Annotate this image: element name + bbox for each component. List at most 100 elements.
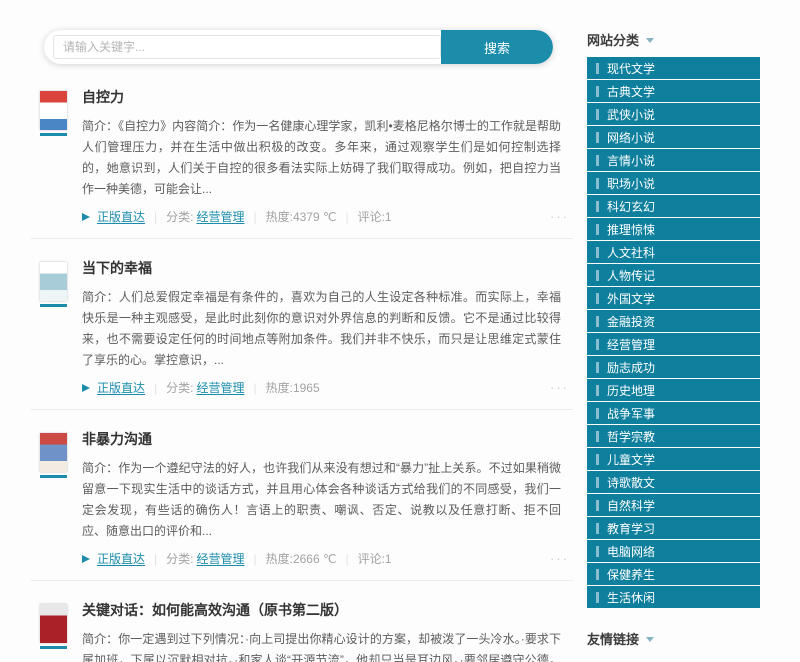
book-stat: 热度:1965 [266, 379, 320, 396]
sidebar-category-item[interactable]: 言情小说 [587, 149, 760, 171]
sidebar-category-item[interactable]: 推理惊悚 [587, 218, 760, 240]
category-marker-icon [596, 109, 599, 120]
category-label: 励志成功 [607, 359, 655, 376]
sidebar-category-item[interactable]: 武侠小说 [587, 103, 760, 125]
book-title-link[interactable]: 关键对话：如何能高效沟通（原书第二版） [82, 600, 573, 620]
category-label: 言情小说 [607, 152, 655, 169]
category-marker-icon [596, 178, 599, 189]
more-options-button[interactable]: ··· [550, 209, 569, 224]
book-title-link[interactable]: 非暴力沟通 [82, 429, 573, 449]
sidebar-category-item[interactable]: 励志成功 [587, 356, 760, 378]
book-cover-image[interactable] [40, 604, 67, 643]
sidebar-category-item[interactable]: 历史地理 [587, 379, 760, 401]
sidebar-category-item[interactable]: 诗歌散文 [587, 471, 760, 493]
book-cover-image[interactable] [40, 262, 67, 301]
sidebar-category-item[interactable]: 儿童文学 [587, 448, 760, 470]
sidebar-category-item[interactable]: 哲学宗教 [587, 425, 760, 447]
book-meta-row: 正版直达 |分类:经营管理|热度:2666 ℃|评论:1··· [82, 550, 573, 567]
sidebar: 网站分类 现代文学 古典文学 武侠小说 网络小说 言情小说 职场小说 科幻玄幻 … [587, 0, 760, 662]
search-button[interactable]: 搜索 [441, 30, 553, 64]
book-category-link[interactable]: 经营管理 [196, 550, 244, 567]
sidebar-category-item[interactable]: 教育学习 [587, 517, 760, 539]
sidebar-category-item[interactable]: 人文社科 [587, 241, 760, 263]
sidebar-category-item[interactable]: 科幻玄幻 [587, 195, 760, 217]
category-marker-icon [596, 63, 599, 74]
friend-links-section: 友情链接 高图库 PPT114 [587, 629, 760, 662]
book-description: 简介：人们总爱假定幸福是有条件的，喜欢为自己的人生设定各种标准。而实际上，幸福快… [82, 287, 573, 371]
category-label: 战争军事 [607, 405, 655, 422]
direct-buy-link[interactable]: 正版直达 [97, 379, 145, 396]
category-label: 人文社科 [607, 244, 655, 261]
sidebar-category-item[interactable]: 保健养生 [587, 563, 760, 585]
sidebar-category-item[interactable]: 现代文学 [587, 57, 760, 79]
search-input[interactable] [53, 35, 441, 59]
book-stat: 热度:2666 ℃ [266, 550, 337, 567]
category-marker-icon [596, 569, 599, 580]
sidebar-category-item[interactable]: 生活休闲 [587, 586, 760, 608]
book-content: 当下的幸福 简介：人们总爱假定幸福是有条件的，喜欢为自己的人生设定各种标准。而实… [82, 258, 573, 396]
meta-separator: | [154, 552, 157, 566]
category-marker-icon [596, 523, 599, 534]
book-stat: 热度:4379 ℃ [266, 208, 337, 225]
category-marker-icon [596, 408, 599, 419]
category-label: 保健养生 [607, 566, 655, 583]
book-content: 关键对话：如何能高效沟通（原书第二版） 简介：你一定遇到过下列情况：·向上司提出… [82, 600, 573, 662]
sidebar-category-item[interactable]: 外国文学 [587, 287, 760, 309]
book-list-item: 关键对话：如何能高效沟通（原书第二版） 简介：你一定遇到过下列情况：·向上司提出… [30, 581, 573, 662]
more-options-button[interactable]: ··· [550, 551, 569, 566]
book-cover[interactable] [40, 604, 67, 662]
category-marker-icon [596, 592, 599, 603]
meta-separator: | [154, 210, 157, 224]
book-cover[interactable] [40, 433, 67, 567]
friend-links-title: 友情链接 [587, 629, 639, 648]
chevron-down-icon[interactable] [646, 38, 654, 43]
book-content: 自控力 简介：《自控力》内容简介：作为一名健康心理学家，凯利•麦格尼格尔博士的工… [82, 87, 573, 225]
sidebar-category-item[interactable]: 战争军事 [587, 402, 760, 424]
play-arrow-icon [82, 555, 90, 563]
category-label: 推理惊悚 [607, 221, 655, 238]
sidebar-category-item[interactable]: 自然科学 [587, 494, 760, 516]
book-meta-row: 正版直达 |分类:经营管理|热度:4379 ℃|评论:1··· [82, 208, 573, 225]
category-label: 电脑网络 [607, 543, 655, 560]
chevron-down-icon[interactable] [646, 637, 654, 642]
play-arrow-icon [82, 384, 90, 392]
book-list: 自控力 简介：《自控力》内容简介：作为一名健康心理学家，凯利•麦格尼格尔博士的工… [30, 68, 573, 662]
book-content: 非暴力沟通 简介：作为一个遵纪守法的好人，也许我们从来没有想过和“暴力”扯上关系… [82, 429, 573, 567]
category-label: 诗歌散文 [607, 474, 655, 491]
category-label: 历史地理 [607, 382, 655, 399]
book-cover-image[interactable] [40, 91, 67, 130]
book-description: 简介：你一定遇到过下列情况：·向上司提出你精心设计的方案，却被泼了一头冷水。·要… [82, 629, 573, 662]
category-marker-icon [596, 546, 599, 557]
category-label: 哲学宗教 [607, 428, 655, 445]
book-title-link[interactable]: 当下的幸福 [82, 258, 573, 278]
book-category-link[interactable]: 经营管理 [196, 208, 244, 225]
page: 搜索 自控力 简介：《自控力》内容简介：作为一名健康心理学家，凯利•麦格尼格尔博… [0, 0, 800, 662]
book-cover-image[interactable] [40, 433, 67, 472]
category-label: 经营管理 [607, 336, 655, 353]
sidebar-category-item[interactable]: 经营管理 [587, 333, 760, 355]
category-label: 儿童文学 [607, 451, 655, 468]
sidebar-category-item[interactable]: 人物传记 [587, 264, 760, 286]
cover-underline [40, 646, 67, 649]
sidebar-category-item[interactable]: 职场小说 [587, 172, 760, 194]
sidebar-category-item[interactable]: 电脑网络 [587, 540, 760, 562]
book-category-link[interactable]: 经营管理 [196, 379, 244, 396]
meta-separator: | [345, 552, 348, 566]
book-title-link[interactable]: 自控力 [82, 87, 573, 107]
category-label: 教育学习 [607, 520, 655, 537]
direct-buy-link[interactable]: 正版直达 [97, 208, 145, 225]
book-stat: 评论:1 [358, 208, 392, 225]
meta-separator: | [254, 381, 257, 395]
category-marker-icon [596, 86, 599, 97]
sidebar-category-item[interactable]: 金融投资 [587, 310, 760, 332]
more-options-button[interactable]: ··· [550, 380, 569, 395]
sidebar-category-item[interactable]: 古典文学 [587, 80, 760, 102]
category-marker-icon [596, 155, 599, 166]
book-cover[interactable] [40, 91, 67, 225]
direct-buy-link[interactable]: 正版直达 [97, 550, 145, 567]
category-marker-icon [596, 132, 599, 143]
book-cover[interactable] [40, 262, 67, 396]
category-label: 科幻玄幻 [607, 198, 655, 215]
categories-header: 网站分类 [587, 30, 760, 49]
sidebar-category-item[interactable]: 网络小说 [587, 126, 760, 148]
